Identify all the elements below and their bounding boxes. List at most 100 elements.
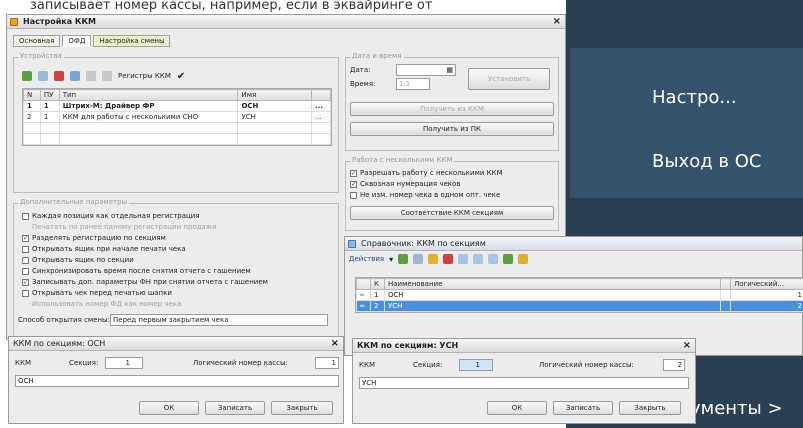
logical-number-field[interactable]: 1 xyxy=(315,357,339,369)
column-header[interactable]: Логический... xyxy=(730,278,803,290)
section-stepper[interactable]: 1 xyxy=(105,357,143,369)
checkbox-box[interactable] xyxy=(350,180,357,188)
directory-icon xyxy=(348,240,356,248)
column-header[interactable]: Тип xyxy=(58,89,239,101)
table-row[interactable]: 1 1 Штрих-М: Драйвер ФР ОСН ... xyxy=(23,100,331,112)
close-icon[interactable]: × xyxy=(553,15,561,28)
close-icon[interactable]: × xyxy=(683,339,691,352)
row-name: УСН xyxy=(384,300,721,312)
add-icon[interactable] xyxy=(398,254,409,264)
copy-icon[interactable] xyxy=(38,71,48,81)
kkm-select[interactable]: УСН xyxy=(359,377,689,389)
settings-icon[interactable] xyxy=(102,71,112,81)
through-numbering-checkbox[interactable]: Сквозная нумерация чеков xyxy=(350,180,460,188)
logical-number-field[interactable]: 2 xyxy=(663,359,685,371)
checkbox-box[interactable] xyxy=(22,234,29,242)
add-icon[interactable] xyxy=(22,71,32,81)
save-button[interactable]: Записать xyxy=(205,401,265,415)
kkm-select[interactable]: ОСН xyxy=(15,375,339,387)
use-fd-number-checkbox[interactable]: Использовать номер ФД как номер чека xyxy=(32,300,181,308)
table-row[interactable]: ═ 1 ОСН 1 xyxy=(356,289,803,301)
tab-shift-settings[interactable]: Настройка смены xyxy=(93,35,171,47)
checkbox-box[interactable] xyxy=(350,169,357,177)
print-single-checkbox[interactable]: Печатать по ранее одному регистрации про… xyxy=(32,223,217,231)
row-more-button[interactable]: ... xyxy=(311,100,331,112)
row-type: ККМ для работы с несколькими СНО xyxy=(58,111,239,123)
kkm-section-usn-dialog: ККМ по секциям: УСН × ККМ Секция: 1 Логи… xyxy=(352,338,696,424)
checkbox-box[interactable] xyxy=(22,267,29,275)
refresh-icon[interactable] xyxy=(503,254,514,264)
hierarchy-icon[interactable] xyxy=(488,254,499,264)
set-time-button[interactable]: Установить xyxy=(468,68,550,90)
checkbox-box[interactable] xyxy=(350,191,357,199)
table-row[interactable]: ═ 2 УСН 2 xyxy=(356,300,803,312)
devices-toolbar: Регистры ККМ ✔ xyxy=(22,68,185,84)
column-header[interactable]: Наименование xyxy=(384,278,721,290)
extra-params-group-title: Дополнительные параметры xyxy=(18,198,130,206)
open-check-before-header-checkbox[interactable]: Открывать чек перед печатью шапки xyxy=(22,289,172,297)
delete-icon[interactable] xyxy=(443,254,454,264)
kkm-sections-match-button[interactable]: Соответствие ККМ секциям xyxy=(350,206,554,220)
sync-time-checkbox[interactable]: Синхронизировать время после снятия отче… xyxy=(22,267,251,275)
open-drawer-section-checkbox[interactable]: Открывать ящик по секции xyxy=(22,256,134,264)
close-icon[interactable]: × xyxy=(331,337,339,350)
row-more-button[interactable]: ... xyxy=(311,111,331,123)
ok-button[interactable]: ОК xyxy=(487,401,547,415)
checkbox-label: Синхронизировать время после снятия отче… xyxy=(32,267,251,275)
write-fn-params-checkbox[interactable]: Записывать доп. параметры ФН при снятии … xyxy=(22,278,268,286)
ok-button[interactable]: ОК xyxy=(139,401,199,415)
calendar-icon[interactable]: ▦ xyxy=(446,65,453,75)
date-field[interactable]: ▦ xyxy=(396,64,456,76)
table-header-row: К Наименование Логический... xyxy=(356,278,803,290)
checkbox-box[interactable] xyxy=(22,245,29,253)
table-header-row: N ПУ Тип Имя xyxy=(23,89,331,101)
checkbox-label: Не изм. номер чека в одном опт. чеке xyxy=(360,191,501,199)
checkbox-box[interactable] xyxy=(22,289,29,297)
window-title: Справочник: ККМ по секциям xyxy=(361,239,486,248)
checkbox-box[interactable] xyxy=(22,212,29,220)
open-drawer-checkbox[interactable]: Открывать ящик при начале печати чека xyxy=(22,245,186,253)
find-icon[interactable] xyxy=(458,254,469,264)
table-row xyxy=(23,122,331,134)
dropdown-icon[interactable]: ▾ xyxy=(389,255,393,264)
section-stepper[interactable]: 1 xyxy=(459,359,493,371)
checkbox-label: Разделять регистрацию по секциям xyxy=(32,234,166,242)
each-position-checkbox[interactable]: Каждая позиция как отдельная регистрация xyxy=(22,212,200,220)
delete-icon[interactable] xyxy=(54,71,64,81)
split-by-sections-checkbox[interactable]: Разделять регистрацию по секциям xyxy=(22,234,166,242)
save-button[interactable]: Записать xyxy=(553,401,613,415)
checkbox-box[interactable] xyxy=(22,278,29,286)
tab-ofd[interactable]: ОФД xyxy=(62,35,92,47)
actions-menu[interactable]: Действия xyxy=(349,255,384,263)
copy-icon[interactable] xyxy=(413,254,424,264)
shift-open-select[interactable]: Перед первым закрытием чека xyxy=(110,314,328,326)
tab-main[interactable]: Основная xyxy=(13,35,61,47)
move-down-icon[interactable] xyxy=(86,71,96,81)
documents-link[interactable]: ументы > xyxy=(690,398,783,419)
checkbox-box[interactable] xyxy=(22,256,29,264)
move-up-icon[interactable] xyxy=(70,71,80,81)
close-button[interactable]: Закрыть xyxy=(619,401,681,415)
keep-check-number-checkbox[interactable]: Не изм. номер чека в одном опт. чеке xyxy=(350,191,500,199)
kkm-registers-label[interactable]: Регистры ККМ xyxy=(118,72,171,80)
window-title-bar: Справочник: ККМ по секциям xyxy=(345,237,802,251)
checkmark-icon[interactable]: ✔ xyxy=(177,71,185,82)
row-pu: 1 xyxy=(39,111,60,123)
get-from-kkm-button[interactable]: Получить из ККМ xyxy=(350,102,554,116)
allow-multi-kkm-checkbox[interactable]: Разрешать работу с несколькими ККМ xyxy=(350,169,503,177)
edit-icon[interactable] xyxy=(428,254,439,264)
table-row[interactable]: 2 1 ККМ для работы с несколькими СНО УСН… xyxy=(23,111,331,123)
close-button[interactable]: Закрыть xyxy=(271,401,333,415)
column-header[interactable]: Имя xyxy=(237,89,313,101)
checkbox-label: Записывать доп. параметры ФН при снятии … xyxy=(32,278,268,286)
help-icon[interactable] xyxy=(518,254,529,264)
window-title: Настройка ККМ xyxy=(23,17,96,26)
get-from-pc-button[interactable]: Получить из ПК xyxy=(350,122,554,136)
column-header[interactable]: N xyxy=(23,89,41,101)
time-field[interactable]: 1:1 xyxy=(396,78,430,90)
exit-os-tile[interactable]: Выход в ОС xyxy=(570,128,803,198)
window-title: ККМ по секциям: УСН xyxy=(357,341,459,350)
column-header[interactable]: ПУ xyxy=(39,89,60,101)
filter-icon[interactable] xyxy=(473,254,484,264)
column-header[interactable]: К xyxy=(370,278,385,290)
